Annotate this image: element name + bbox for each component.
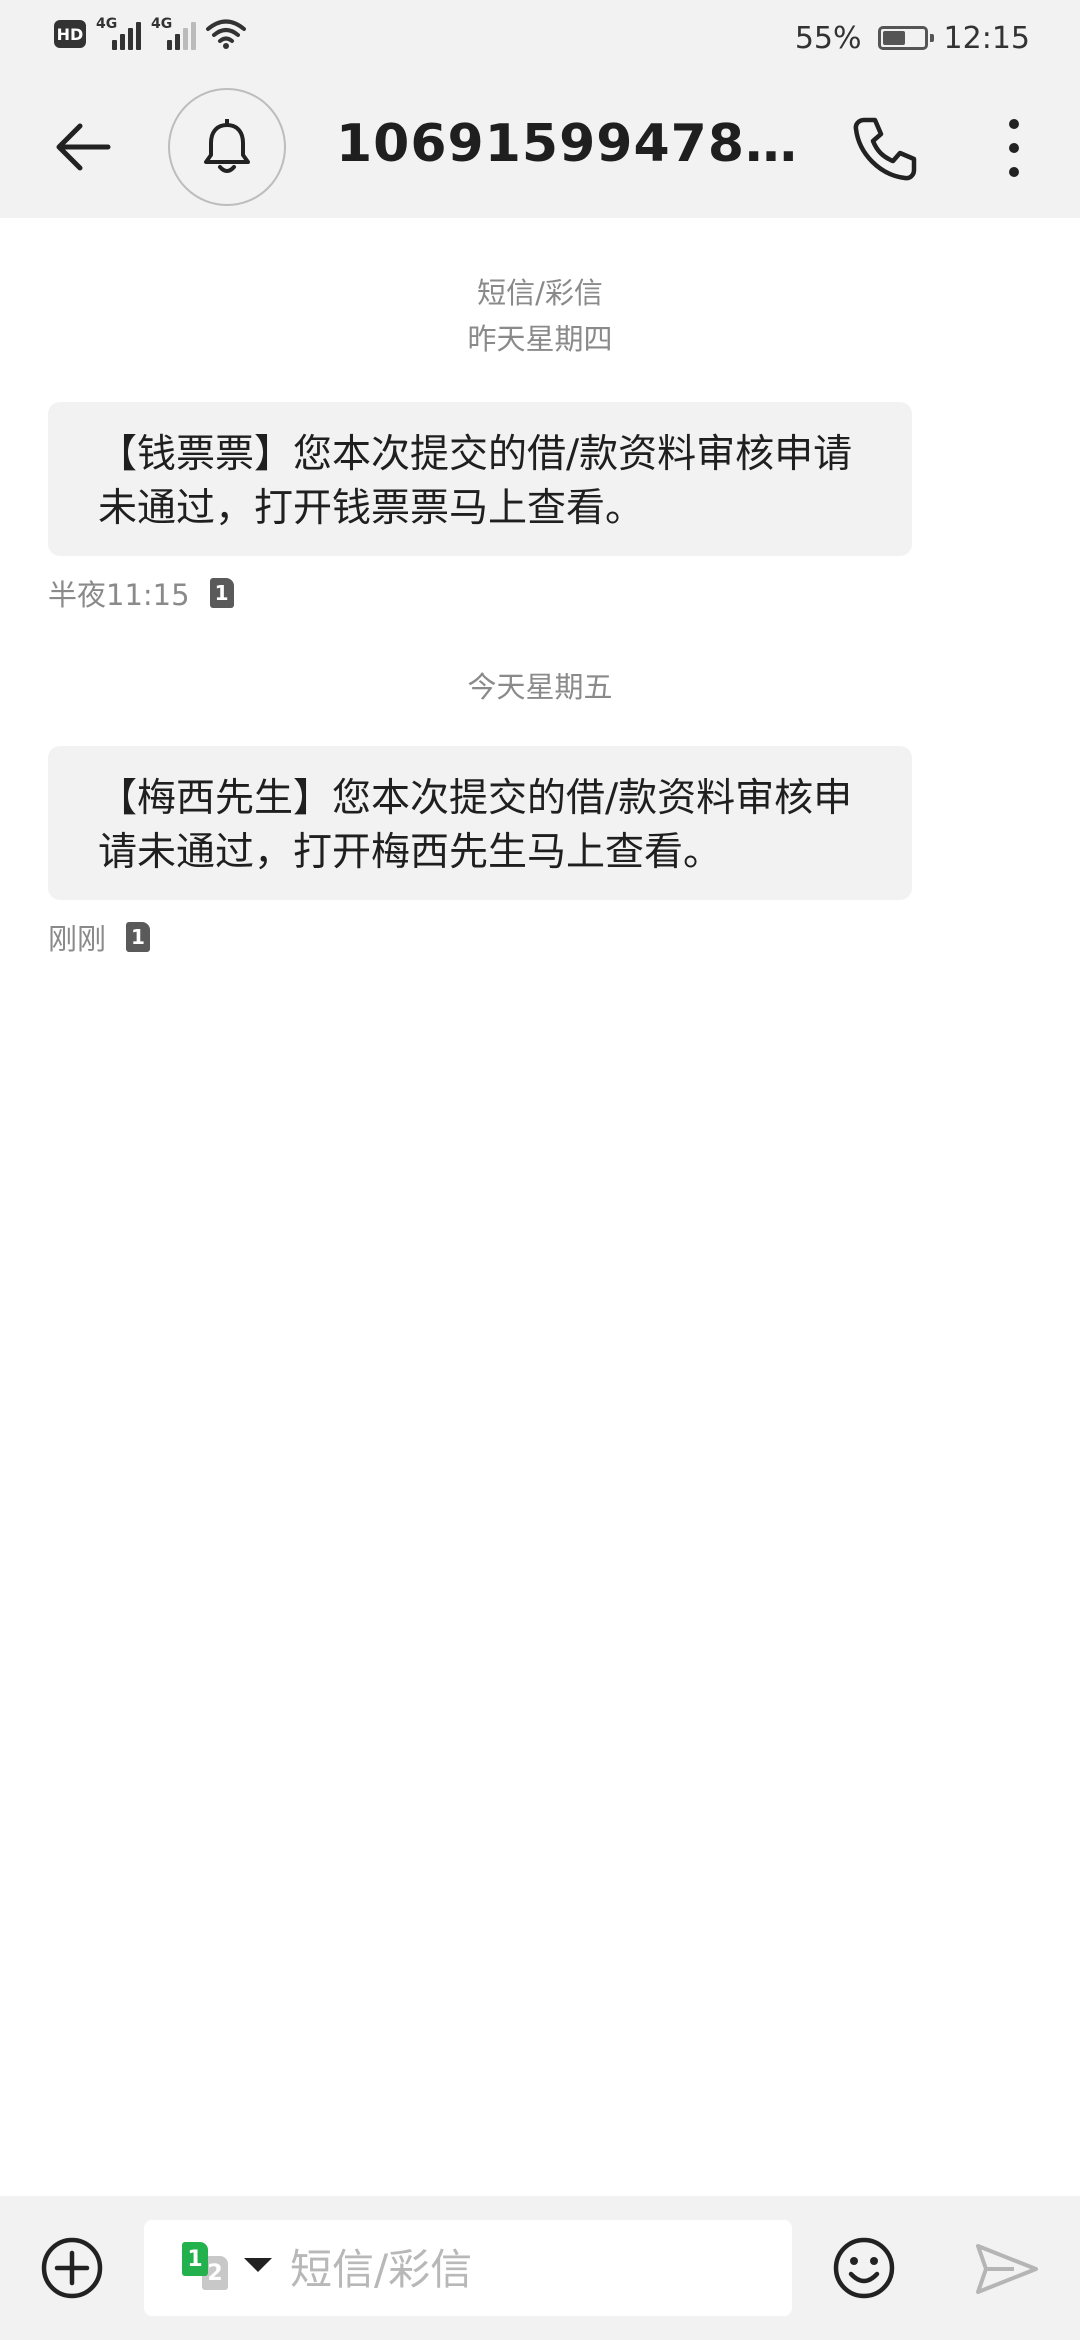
message-time: 刚刚 [48, 922, 107, 956]
battery-icon [877, 26, 934, 50]
network-type-label: 4G [96, 16, 118, 32]
sim-1-icon: 1 [182, 2242, 208, 2276]
more-vertical-icon[interactable] [1000, 116, 1028, 180]
message-bubble[interactable]: 【梅西先生】您本次提交的借/款资料审核申请未通过，打开梅西先生马上查看。 [48, 746, 912, 900]
date-separator: 今天星期五 [467, 670, 613, 704]
sim-card-icon: 1 [126, 922, 151, 952]
phone-icon[interactable] [850, 114, 920, 184]
network-type-label: 4G [151, 16, 173, 32]
message-input[interactable] [288, 2220, 772, 2318]
conversation-header: 10691599478427… [0, 76, 1080, 218]
message-input-box[interactable]: 2 1 [144, 2220, 792, 2318]
avatar[interactable] [168, 88, 286, 206]
date-separator: 昨天星期四 [467, 322, 613, 356]
wifi-icon [206, 19, 246, 49]
battery-percentage: 55% [794, 20, 862, 56]
send-icon[interactable] [974, 2240, 1040, 2298]
chevron-down-icon [244, 2258, 272, 2272]
composer-bar: 2 1 [0, 2196, 1080, 2340]
sim-card-icon: 1 [209, 578, 234, 608]
contact-number: 10691599478427… [336, 114, 816, 174]
emoji-icon[interactable] [832, 2236, 896, 2300]
message-meta: 半夜11:15 1 [48, 572, 234, 614]
status-left-icons: HD 4G 4G [54, 16, 246, 50]
message-meta: 刚刚 1 [48, 916, 151, 958]
message-time: 半夜11:15 [48, 578, 190, 612]
sim-select-icon[interactable]: 2 1 [182, 2242, 282, 2298]
signal-icon: 4G [96, 16, 141, 50]
message-type-label: 短信/彩信 [477, 276, 603, 310]
signal-icon: 4G [151, 16, 196, 50]
back-arrow-icon[interactable] [52, 116, 114, 178]
battery-level [882, 31, 905, 45]
hd-icon: HD [54, 20, 86, 48]
status-right-info: 55% 12:15 [795, 18, 1030, 58]
message-bubble[interactable]: 【钱票票】您本次提交的借/款资料审核申请未通过，打开钱票票马上查看。 [48, 402, 912, 556]
clock: 12:15 [943, 20, 1030, 56]
add-circle-icon[interactable] [40, 2236, 104, 2300]
bell-icon [204, 119, 250, 173]
status-bar: HD 4G 4G 55% 12:15 [0, 0, 1080, 76]
